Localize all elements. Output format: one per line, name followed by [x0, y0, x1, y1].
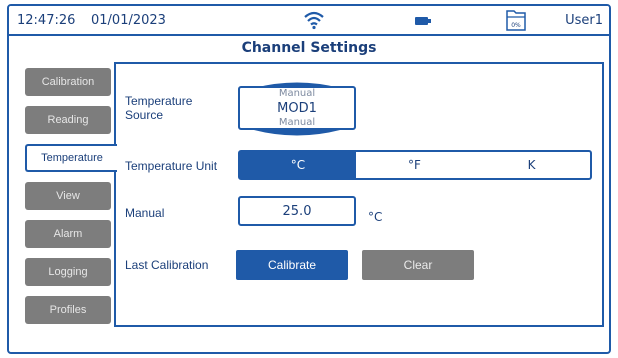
- battery-icon: [415, 17, 431, 25]
- settings-panel: Temperature Source Manual MOD1 Manual Te…: [114, 62, 604, 327]
- last-calibration-label: Last Calibration: [125, 258, 209, 272]
- status-bar: 12:47:26 01/01/2023 0% User1: [9, 6, 609, 36]
- spin-down-arrow-icon[interactable]: [254, 130, 340, 138]
- tab-alarm[interactable]: Alarm: [25, 220, 111, 248]
- source-next-option: Manual: [278, 117, 316, 128]
- tab-temperature[interactable]: Temperature: [25, 144, 117, 172]
- temperature-unit-selector[interactable]: °C °F K: [238, 150, 592, 180]
- clock-time: 12:47:26: [17, 13, 76, 28]
- unit-option-kelvin[interactable]: K: [473, 152, 590, 178]
- storage-percent: 0%: [511, 22, 521, 29]
- manual-temperature-input[interactable]: 25.0: [238, 196, 356, 226]
- device-screen: 12:47:26 01/01/2023 0% User1 Channel Set…: [7, 4, 611, 354]
- manual-unit-label: °C: [368, 210, 383, 224]
- temperature-source-label: Temperature Source: [125, 94, 193, 122]
- clock-date: 01/01/2023: [91, 13, 166, 28]
- tab-reading[interactable]: Reading: [25, 106, 111, 134]
- calibrate-button[interactable]: Calibrate: [236, 250, 348, 280]
- source-previous-option: Manual: [278, 88, 316, 99]
- unit-option-fahrenheit[interactable]: °F: [356, 152, 473, 178]
- user-name[interactable]: User1: [565, 13, 603, 28]
- temperature-source-spinner[interactable]: Manual MOD1 Manual: [238, 82, 356, 136]
- source-current-value: MOD1: [277, 101, 317, 116]
- tab-logging[interactable]: Logging: [25, 258, 111, 286]
- page-title: Channel Settings: [241, 40, 377, 56]
- tab-view[interactable]: View: [25, 182, 111, 210]
- clear-button[interactable]: Clear: [362, 250, 474, 280]
- unit-option-celsius[interactable]: °C: [240, 152, 356, 178]
- spin-up-arrow-icon[interactable]: [254, 80, 340, 88]
- manual-label: Manual: [125, 206, 165, 220]
- wifi-icon: [304, 11, 324, 30]
- tab-calibration[interactable]: Calibration: [25, 68, 111, 96]
- temperature-unit-label: Temperature Unit: [125, 159, 218, 173]
- storage-icon: [506, 10, 526, 31]
- tab-profiles[interactable]: Profiles: [25, 296, 111, 324]
